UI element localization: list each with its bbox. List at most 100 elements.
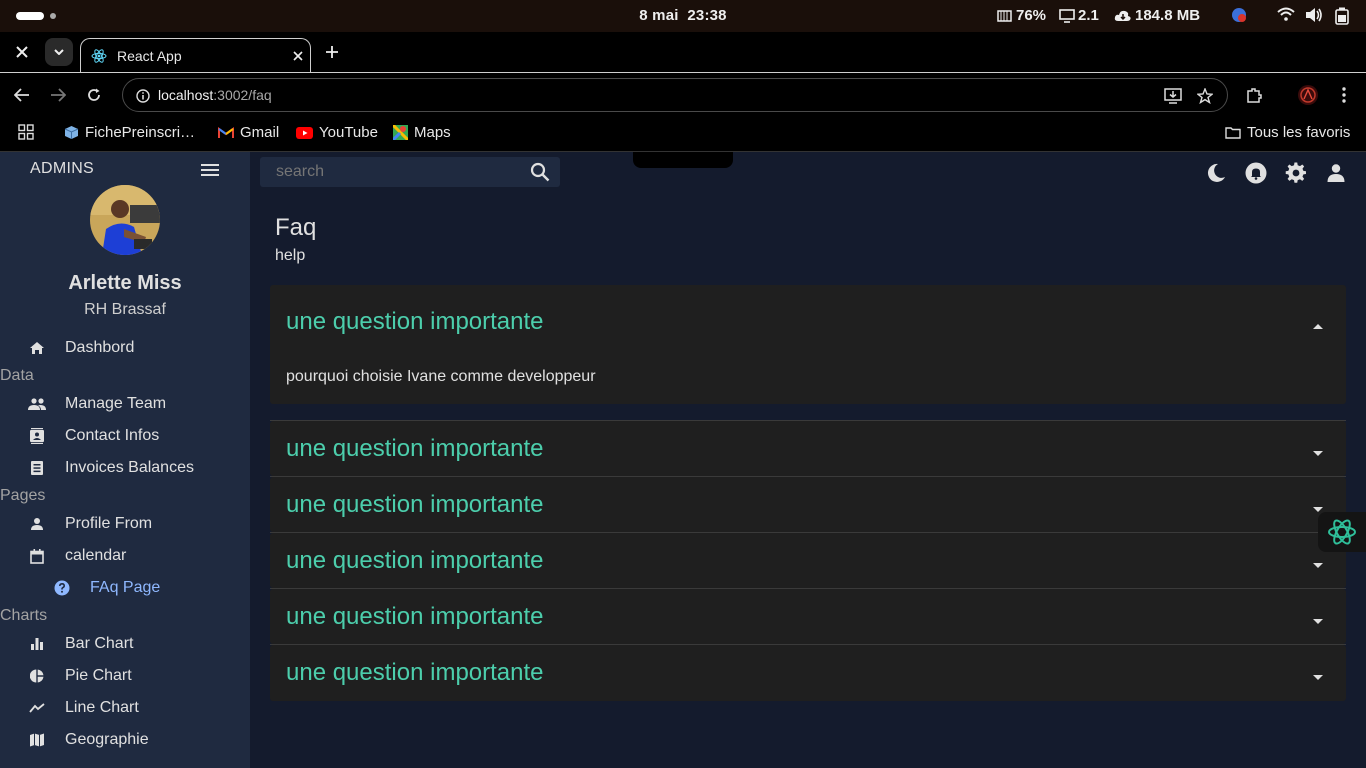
search-input[interactable] — [260, 157, 520, 187]
sidebar-item-invoices[interactable]: Invoices Balances — [0, 453, 250, 483]
cube-icon — [64, 126, 79, 139]
ai-assistant-icon[interactable] — [1318, 512, 1366, 552]
site-info-icon[interactable] — [133, 86, 153, 106]
pie-chart-icon — [28, 667, 46, 685]
faq-question[interactable]: une question importante — [286, 491, 544, 519]
dark-mode-icon[interactable] — [1205, 162, 1227, 184]
calendar-icon — [28, 547, 46, 565]
receipt-icon — [28, 459, 46, 477]
memory-stat: 184.8 MB — [1114, 7, 1200, 24]
faq-question[interactable]: une question importante — [286, 603, 544, 631]
faq-accordion-3[interactable]: une question importante — [270, 477, 1346, 532]
all-bookmarks-folder[interactable]: Tous les favoris — [1225, 124, 1350, 141]
user-name: Arlette Miss — [68, 272, 182, 294]
sidebar-item-label: Bar Chart — [65, 635, 134, 652]
bookmark-label: Maps — [414, 124, 451, 141]
app-tray-icon[interactable] — [1231, 7, 1247, 23]
sidebar-item-calendar[interactable]: calendar — [0, 541, 250, 571]
sidebar-item-label: Contact Infos — [65, 427, 160, 444]
browser-tab-active[interactable]: React App — [80, 38, 311, 72]
faq-accordion-5[interactable]: une question importante — [270, 589, 1346, 644]
chevron-up-icon[interactable] — [1312, 317, 1324, 329]
bar-chart-icon — [28, 635, 46, 653]
sidebar-item-profile-form[interactable]: Profile From — [0, 509, 250, 539]
bookmark-gmail[interactable]: Gmail — [218, 124, 279, 141]
chevron-down-icon[interactable] — [1312, 613, 1324, 624]
forward-arrow-icon[interactable] — [44, 81, 72, 109]
user-account-icon[interactable] — [1325, 162, 1347, 184]
sidebar-item-dashboard[interactable]: Dashbord — [0, 333, 250, 363]
faq-answer: pourquoi choisie Ivane comme developpeur — [286, 368, 596, 385]
chevron-down-icon[interactable] — [1312, 501, 1324, 512]
chevron-down-icon[interactable] — [1312, 669, 1324, 680]
settings-gear-icon[interactable] — [1285, 162, 1307, 184]
battery-value: 76% — [1016, 7, 1047, 24]
people-icon — [28, 395, 46, 413]
sidebar-item-label: Pie Chart — [65, 667, 132, 684]
sidebar-item-contact-infos[interactable]: Contact Infos — [0, 421, 250, 451]
chevron-down-icon — [54, 49, 64, 55]
address-bar[interactable]: localhost:3002/faq — [122, 78, 1228, 112]
volume-icon[interactable] — [1305, 7, 1323, 23]
chevron-down-icon[interactable] — [1312, 445, 1324, 456]
sidebar-item-label: Manage Team — [65, 395, 167, 412]
faq-question[interactable]: une question importante — [286, 547, 544, 575]
faq-question[interactable]: une question importante — [286, 308, 544, 336]
url-host: localhost — [158, 87, 214, 103]
close-window-icon[interactable] — [8, 38, 36, 66]
menu-toggle-icon[interactable] — [200, 162, 220, 178]
display-value: 2.1 — [1078, 7, 1099, 24]
chevron-down-icon[interactable] — [1312, 557, 1324, 568]
tab-close-icon[interactable] — [286, 48, 310, 64]
battery-stat: 76% — [997, 7, 1046, 24]
browser-menu-icon[interactable] — [1330, 81, 1358, 109]
sidebar-item-line-chart[interactable]: Line Chart — [0, 693, 250, 723]
search-icon[interactable] — [530, 162, 550, 182]
extensions-icon[interactable] — [1240, 81, 1268, 109]
sidebar-item-label: Dashbord — [65, 339, 135, 356]
sidebar-section-pages: Pages — [0, 487, 46, 504]
home-icon — [28, 339, 46, 357]
faq-accordion-2[interactable]: une question importante — [270, 421, 1346, 476]
url-text[interactable]: localhost:3002/faq — [158, 87, 272, 103]
bookmark-youtube[interactable]: YouTube — [296, 124, 378, 141]
page-title: Faq — [275, 214, 317, 241]
sidebar-item-pie-chart[interactable]: Pie Chart — [0, 661, 250, 691]
sidebar-item-bar-chart[interactable]: Bar Chart — [0, 629, 250, 659]
install-app-icon[interactable] — [1163, 86, 1183, 106]
screen-notch — [633, 152, 733, 168]
url-path: :3002/faq — [213, 87, 272, 103]
reload-icon[interactable] — [80, 81, 108, 109]
sidebar-item-manage-team[interactable]: Manage Team — [0, 389, 250, 419]
monitor-icon — [1059, 8, 1075, 23]
tab-title: React App — [117, 47, 182, 64]
faq-question[interactable]: une question importante — [286, 659, 544, 687]
profile-avatar-icon[interactable] — [1294, 81, 1322, 109]
os-status-bar: 8 mai 23:38 76% 2.1 184.8 MB — [0, 0, 1366, 32]
sidebar-section-data: Data — [0, 367, 34, 384]
faq-accordion-4[interactable]: une question importante — [270, 533, 1346, 588]
battery-power-icon[interactable] — [1335, 7, 1349, 25]
bookmark-fichepreinscription[interactable]: FichePreinscri… — [64, 124, 195, 141]
user-role: RH Brassaf — [84, 301, 166, 318]
faq-accordion-6[interactable]: une question importante — [270, 645, 1346, 701]
notifications-icon[interactable] — [1245, 162, 1267, 184]
sidebar-item-label: Line Chart — [65, 699, 139, 716]
apps-grid-icon[interactable] — [18, 124, 34, 140]
map-icon — [28, 731, 46, 749]
bookmark-label: FichePreinscri… — [85, 124, 196, 141]
back-arrow-icon[interactable] — [8, 81, 36, 109]
sidebar-item-faq[interactable]: FAq Page — [0, 573, 250, 603]
sidebar-item-label: calendar — [65, 547, 127, 564]
browser-toolbar: localhost:3002/faq — [0, 72, 1366, 116]
app-root: ADMINS Arlette Miss RH Brassaf Dashbord … — [0, 152, 1366, 768]
sidebar-item-label: Geographie — [65, 731, 149, 748]
new-tab-icon[interactable] — [318, 38, 346, 66]
bookmark-star-icon[interactable] — [1195, 86, 1215, 106]
tab-search-button[interactable] — [45, 38, 73, 66]
cloud-download-icon — [1114, 10, 1131, 21]
wifi-icon[interactable] — [1277, 7, 1295, 21]
sidebar-item-geography[interactable]: Geographie — [0, 725, 250, 755]
bookmark-maps[interactable]: Maps — [393, 124, 451, 141]
faq-question[interactable]: une question importante — [286, 435, 544, 463]
